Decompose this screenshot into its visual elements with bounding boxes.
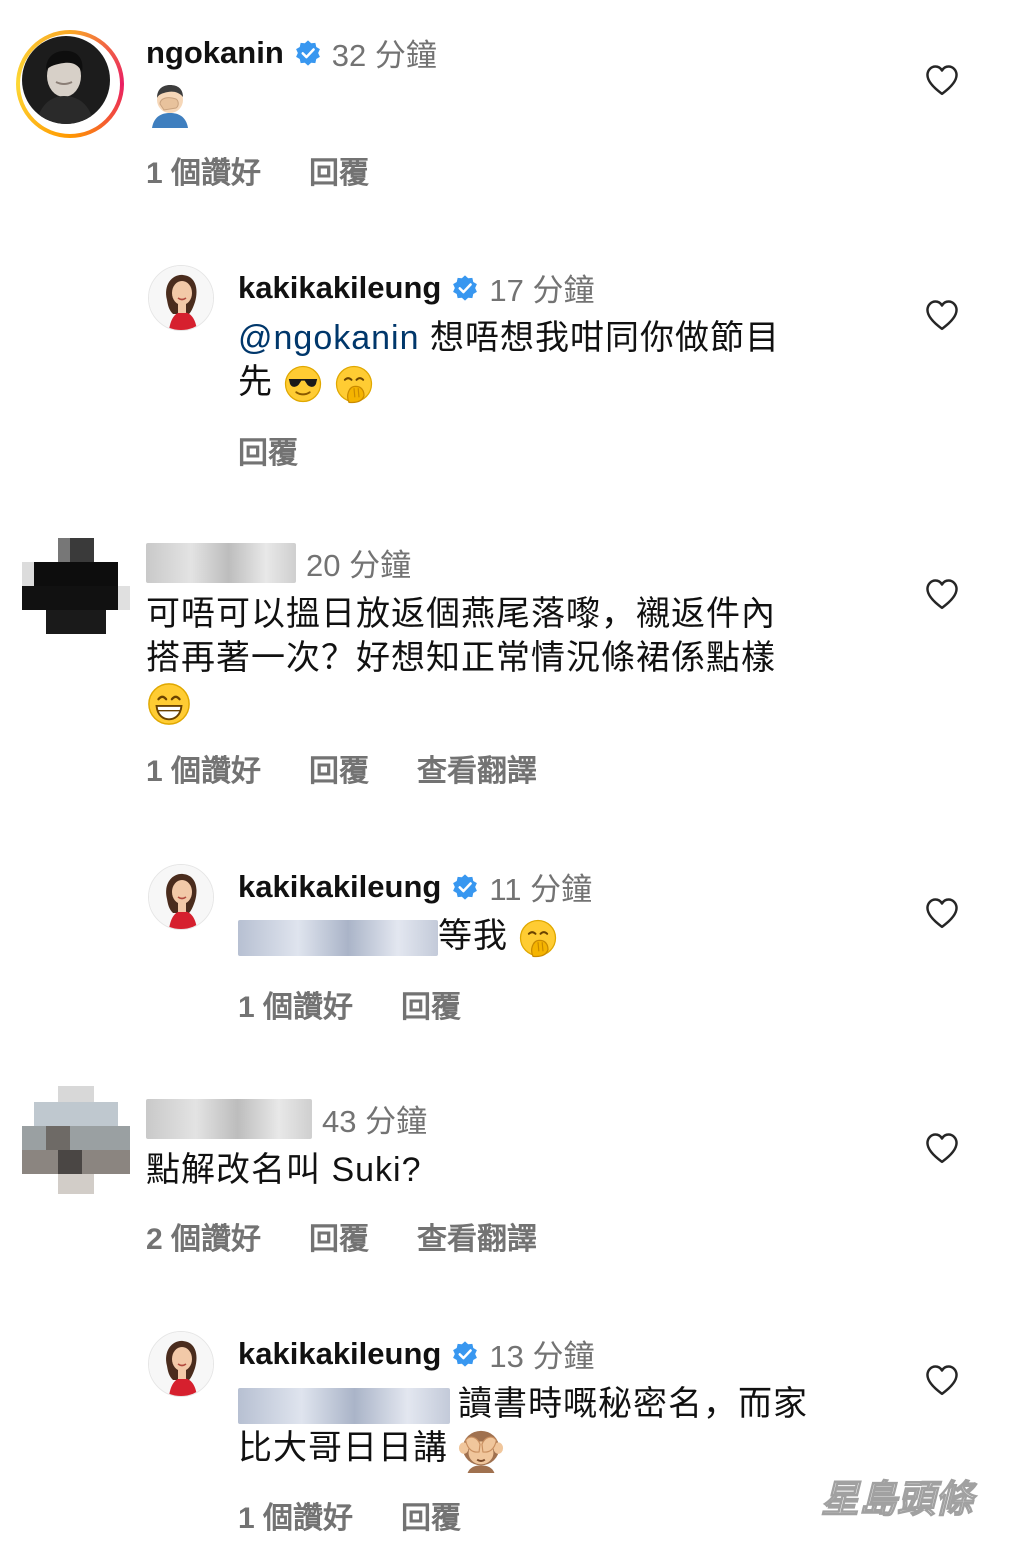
reply-button[interactable]: 回覆	[309, 148, 369, 192]
comment-time: 43 分鐘	[322, 1104, 428, 1139]
see-translation-button[interactable]: 查看翻譯	[417, 746, 537, 790]
verified-badge-icon	[451, 1340, 479, 1368]
comment-time: 32 分鐘	[331, 38, 437, 73]
like-heart-icon[interactable]	[924, 299, 960, 331]
likes-count[interactable]: 1 個讚好	[146, 148, 261, 192]
comment-time: 11 分鐘	[489, 872, 593, 907]
like-heart-icon[interactable]	[924, 897, 960, 929]
comment-time: 13 分鐘	[489, 1339, 595, 1374]
sunglasses-emoji-icon	[283, 364, 323, 404]
avatar[interactable]	[22, 538, 130, 634]
reply-button[interactable]: 回覆	[309, 746, 369, 790]
comment-time: 20 分鐘	[306, 548, 412, 583]
verified-badge-icon	[294, 39, 322, 67]
reply-button[interactable]: 回覆	[309, 1214, 369, 1258]
reply-button[interactable]: 回覆	[238, 428, 298, 472]
reply-button[interactable]: 回覆	[401, 1493, 461, 1537]
see-no-evil-monkey-emoji-icon	[458, 1427, 504, 1473]
like-heart-icon[interactable]	[924, 1364, 960, 1396]
avatar[interactable]	[148, 1331, 214, 1397]
mention-link[interactable]: @ngokanin	[238, 319, 420, 357]
grinning-emoji-icon	[146, 681, 192, 727]
avatar[interactable]	[22, 1086, 130, 1194]
avatar[interactable]	[148, 265, 214, 331]
comment-username[interactable]: kakikakileung	[238, 869, 441, 905]
verified-badge-icon	[451, 274, 479, 302]
comment-text: 讀書時嘅秘密名，而家 比大哥日日講	[238, 1382, 878, 1473]
hand-over-mouth-emoji-icon	[518, 918, 558, 958]
comment-username[interactable]: ngokanin	[146, 35, 284, 71]
blurred-mention	[238, 920, 438, 957]
like-heart-icon[interactable]	[924, 1132, 960, 1164]
face-palm-emoji-icon	[146, 80, 194, 128]
comment-username[interactable]: kakikakileung	[238, 270, 441, 306]
watermark-logo: 星島頭條	[788, 1470, 1004, 1528]
like-heart-icon[interactable]	[924, 578, 960, 610]
blurred-username	[146, 1098, 312, 1139]
comment-username[interactable]: kakikakileung	[238, 1336, 441, 1372]
comment-time: 17 分鐘	[489, 273, 595, 308]
see-translation-button[interactable]: 查看翻譯	[417, 1214, 537, 1258]
verified-badge-icon	[451, 873, 479, 901]
avatar[interactable]	[148, 864, 214, 930]
blurred-username	[146, 542, 296, 583]
comment-text: 等我	[238, 914, 558, 958]
avatar[interactable]	[22, 36, 110, 124]
reply-button[interactable]: 回覆	[401, 982, 461, 1026]
likes-count[interactable]: 1 個讚好	[238, 1493, 353, 1537]
comment-text: @ngokanin 想唔想我咁同你做節目 先	[238, 316, 858, 404]
blurred-mention	[238, 1388, 450, 1425]
comment-text: 點解改名叫 Suki?	[146, 1151, 422, 1189]
like-heart-icon[interactable]	[924, 64, 960, 96]
likes-count[interactable]: 1 個讚好	[238, 982, 353, 1026]
likes-count[interactable]: 1 個讚好	[146, 746, 261, 790]
story-ring[interactable]	[16, 30, 124, 138]
comment-text: 可唔可以搵日放返個燕尾落嚟，襯返件內 搭再著一次？好想知正常情況條裙係點樣	[146, 592, 866, 727]
hand-over-mouth-emoji-icon	[334, 364, 374, 404]
watermark-text: 星島頭條	[821, 1477, 977, 1521]
likes-count[interactable]: 2 個讚好	[146, 1214, 261, 1258]
